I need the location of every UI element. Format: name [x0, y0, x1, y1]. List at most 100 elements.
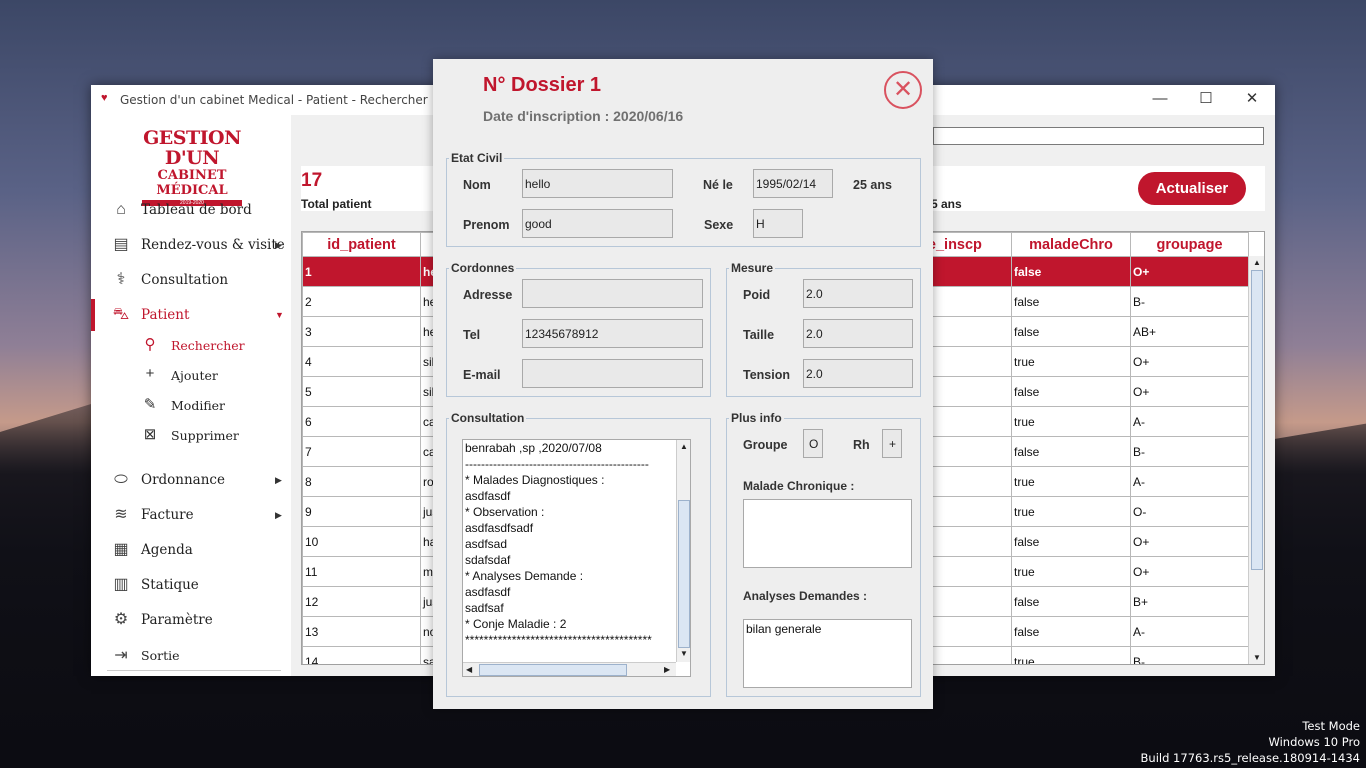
scrollbar-thumb[interactable] [479, 664, 627, 676]
sidebar-item-sortie[interactable]: ⇥ Sortie [91, 642, 291, 670]
cell-malade-chro[interactable]: true [1011, 346, 1131, 377]
sidebar-item-patient[interactable]: ⛍ Patient ▼ [91, 299, 291, 331]
poid-field[interactable]: 2.0 [803, 279, 913, 308]
rh-field[interactable]: + [882, 429, 902, 458]
cell-id[interactable]: 5 [302, 376, 421, 407]
cell-malade-chro[interactable]: false [1011, 286, 1131, 317]
sidebar-item-tableau-de-bord[interactable]: ⌂ Tableau de bord [91, 196, 291, 224]
tel-field[interactable]: 12345678912 [522, 319, 703, 348]
cell-groupage[interactable]: AB+ [1130, 316, 1249, 347]
cell-malade-chro[interactable]: true [1011, 646, 1131, 664]
cell-id[interactable]: 8 [302, 466, 421, 497]
scroll-right-arrow-icon[interactable]: ▶ [664, 665, 670, 674]
scrollbar-thumb[interactable] [678, 500, 690, 648]
cell-groupage[interactable]: B- [1130, 286, 1249, 317]
cell-groupage[interactable]: A- [1130, 616, 1249, 647]
ne-le-field[interactable]: 1995/02/14 [753, 169, 833, 198]
search-input[interactable] [933, 127, 1264, 145]
subitem-rechercher[interactable]: ⚲ Rechercher [141, 334, 281, 356]
consultation-textarea[interactable]: benrabah ,sp ,2020/07/08 ----------------… [462, 439, 691, 677]
cell-id[interactable]: 12 [302, 586, 421, 617]
cell-groupage[interactable]: O- [1130, 496, 1249, 527]
malade-chronique-textarea[interactable] [743, 499, 912, 568]
cell-groupage[interactable]: B- [1130, 436, 1249, 467]
cell-id[interactable]: 6 [302, 406, 421, 437]
cell-malade-chro[interactable]: true [1011, 406, 1131, 437]
sexe-field[interactable]: H [753, 209, 803, 238]
sidebar-item-agenda[interactable]: ▦ Agenda [91, 536, 291, 564]
cell-id[interactable]: 7 [302, 436, 421, 467]
groupe-field[interactable]: O [803, 429, 823, 458]
cell-groupage[interactable]: B+ [1130, 586, 1249, 617]
tension-field[interactable]: 2.0 [803, 359, 913, 388]
cell-id[interactable]: 2 [302, 286, 421, 317]
header-malade-chro[interactable]: maladeChro [1011, 232, 1131, 257]
cell-id[interactable]: 1 [302, 256, 421, 287]
consultation-line: * Observation : [465, 505, 545, 519]
taille-field[interactable]: 2.0 [803, 319, 913, 348]
scroll-down-arrow-icon[interactable]: ▼ [1253, 653, 1261, 662]
sidebar-item-facture[interactable]: ≋ Facture ▶ [91, 501, 291, 529]
cell-id[interactable]: 14 [302, 646, 421, 664]
subitem-supprimer[interactable]: ⊠ Supprimer [141, 424, 281, 446]
cell-id[interactable]: 4 [302, 346, 421, 377]
sidebar-item-consultation[interactable]: ⚕ Consultation [91, 266, 291, 294]
sidebar-item-ordonnance[interactable]: ⬭ Ordonnance ▶ [91, 466, 291, 494]
sidebar-item-rendez-vous[interactable]: ▤ Rendez-vous & visite ▶ [91, 231, 291, 259]
analyses-demandes-textarea[interactable]: bilan generale [743, 619, 912, 688]
cell-groupage[interactable]: A- [1130, 466, 1249, 497]
close-icon[interactable]: ✕ [884, 71, 922, 109]
stethoscope-icon: ⚕ [116, 271, 126, 288]
maximize-button[interactable]: ☐ [1183, 85, 1229, 115]
cell-malade-chro[interactable]: false [1011, 256, 1131, 287]
scroll-up-arrow-icon[interactable]: ▲ [680, 442, 688, 451]
plus-info-legend: Plus info [731, 411, 782, 425]
actualiser-button[interactable]: Actualiser [1138, 172, 1246, 205]
prenom-field[interactable]: good [522, 209, 673, 238]
header-groupage[interactable]: groupage [1130, 232, 1249, 257]
cell-id[interactable]: 3 [302, 316, 421, 347]
cell-malade-chro[interactable]: true [1011, 466, 1131, 497]
cell-groupage[interactable]: O+ [1130, 376, 1249, 407]
cell-malade-chro[interactable]: false [1011, 376, 1131, 407]
cell-id[interactable]: 13 [302, 616, 421, 647]
nom-field[interactable]: hello [522, 169, 673, 198]
clipboard-icon: ▤ [113, 236, 129, 253]
cell-groupage[interactable]: B- [1130, 646, 1249, 664]
consultation-line: asdfsad [465, 537, 508, 551]
scroll-down-arrow-icon[interactable]: ▼ [680, 649, 688, 658]
cell-id[interactable]: 9 [302, 496, 421, 527]
scroll-up-arrow-icon[interactable]: ▲ [1253, 258, 1261, 267]
cell-malade-chro[interactable]: false [1011, 616, 1131, 647]
scroll-left-arrow-icon[interactable]: ◀ [466, 665, 472, 674]
app-heart-icon: ♥ [101, 92, 108, 104]
header-id-patient[interactable]: id_patient [302, 232, 421, 257]
email-label: E-mail [463, 368, 501, 382]
table-scrollbar[interactable]: ▲ ▼ [1248, 256, 1264, 664]
cell-groupage[interactable]: O+ [1130, 256, 1249, 287]
email-field[interactable] [522, 359, 703, 388]
subitem-ajouter[interactable]: + Ajouter [141, 364, 281, 386]
cell-id[interactable]: 10 [302, 526, 421, 557]
cell-malade-chro[interactable]: true [1011, 496, 1131, 527]
cell-id[interactable]: 11 [302, 556, 421, 587]
sidebar-item-statique[interactable]: ▥ Statique [91, 571, 291, 599]
cell-groupage[interactable]: O+ [1130, 346, 1249, 377]
consultation-vscrollbar[interactable]: ▲ ▼ [676, 440, 690, 662]
cell-malade-chro[interactable]: false [1011, 316, 1131, 347]
cell-groupage[interactable]: O+ [1130, 526, 1249, 557]
cell-malade-chro[interactable]: false [1011, 436, 1131, 467]
scrollbar-thumb[interactable] [1251, 270, 1263, 570]
close-window-button[interactable]: ✕ [1229, 85, 1275, 115]
malade-chronique-label: Malade Chronique : [743, 479, 855, 493]
cell-malade-chro[interactable]: true [1011, 556, 1131, 587]
cell-malade-chro[interactable]: false [1011, 526, 1131, 557]
minimize-button[interactable]: — [1137, 85, 1183, 115]
cell-malade-chro[interactable]: false [1011, 586, 1131, 617]
consultation-hscrollbar[interactable]: ◀ ▶ [463, 662, 676, 676]
subitem-modifier[interactable]: ✎ Modifier [141, 394, 281, 416]
adresse-field[interactable] [522, 279, 703, 308]
cell-groupage[interactable]: A- [1130, 406, 1249, 437]
sidebar-item-parametre[interactable]: ⚙ Paramètre [91, 606, 291, 634]
cell-groupage[interactable]: O+ [1130, 556, 1249, 587]
